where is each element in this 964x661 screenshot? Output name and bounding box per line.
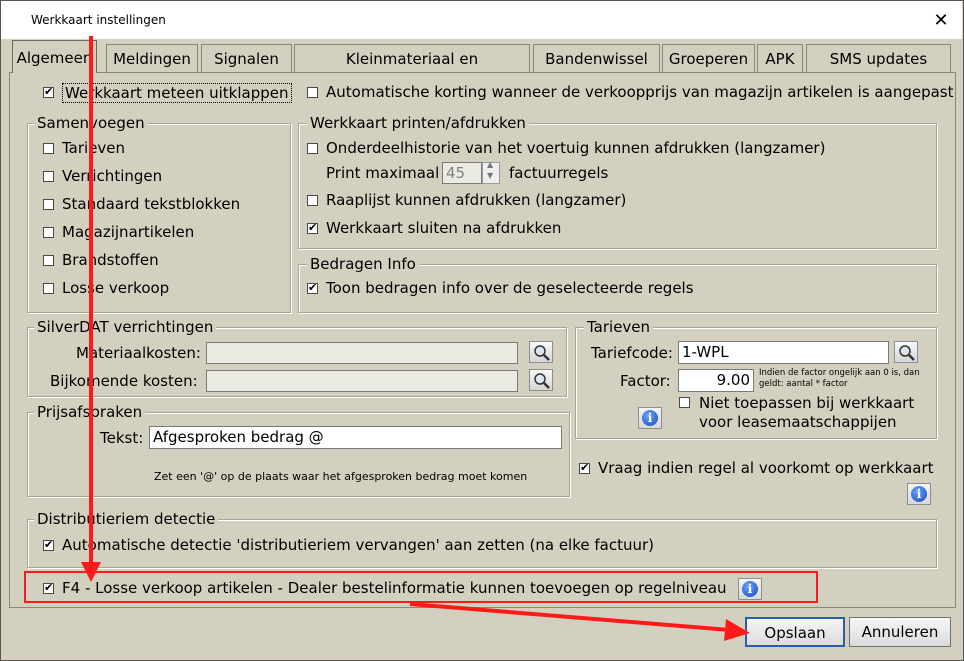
merge-losse-verkoop-label: Losse verkoop: [62, 279, 170, 297]
spinner-up-icon[interactable]: ▲: [487, 160, 493, 169]
extra-cost-input[interactable]: [206, 370, 518, 392]
close-icon[interactable]: ✕: [929, 9, 953, 33]
bedragen-legend: Bedragen Info: [307, 255, 419, 273]
merge-losse-verkoop-checkbox[interactable]: [43, 283, 54, 294]
tab-apk[interactable]: APK: [757, 44, 803, 72]
print-max-suffix: factuurregels: [509, 164, 609, 182]
price-text-label: Tekst:: [100, 429, 144, 447]
tarieven-info-button[interactable]: i: [638, 407, 662, 429]
merge-magazijn-checkbox[interactable]: [43, 227, 54, 238]
merge-tekstblokken-checkbox[interactable]: [43, 199, 54, 210]
distributieriem-legend: Distributieriem detectie: [34, 510, 219, 528]
material-lookup-button[interactable]: [529, 341, 553, 363]
history-checkbox[interactable]: [307, 143, 318, 154]
print-max-spinner[interactable]: ▲ ▼: [482, 160, 500, 184]
tab-groeperen[interactable]: Groeperen: [662, 44, 755, 72]
merge-tekstblokken-label: Standaard tekstblokken: [62, 195, 241, 213]
samenvoegen-legend: Samenvoegen: [34, 114, 148, 132]
exclude-lease-label-2: voor leasemaatschappijen: [699, 413, 897, 431]
timing-belt-checkbox[interactable]: [43, 538, 54, 552]
tariff-code-label: Tariefcode:: [591, 344, 673, 362]
prijsafspraken-legend: Prijsafspraken: [34, 403, 146, 421]
price-text-hint: Zet een '@' op de plaats waar het afgesp…: [154, 470, 528, 483]
print-max-input[interactable]: 45: [442, 162, 482, 184]
merge-brandstoffen-checkbox[interactable]: [43, 255, 54, 266]
merge-verrichtingen-checkbox[interactable]: [43, 171, 54, 182]
info-icon: i: [642, 410, 658, 426]
show-amounts-checkbox[interactable]: [307, 281, 318, 295]
auto-discount-label: Automatische korting wanneer de verkoopp…: [326, 83, 954, 101]
tab-algemeen[interactable]: Algemeen: [12, 40, 97, 73]
factor-input[interactable]: 9.00: [678, 369, 754, 392]
tab-sms-updates[interactable]: SMS updates: [806, 44, 951, 72]
printen-legend: Werkkaart printen/afdrukken: [307, 114, 529, 132]
magnifier-icon: [899, 345, 915, 361]
merge-magazijn-label: Magazijnartikelen: [62, 223, 195, 241]
merge-brandstoffen-label: Brandstoffen: [62, 251, 159, 269]
auto-discount-checkbox[interactable]: [307, 87, 318, 98]
info-icon: i: [911, 486, 927, 502]
annotation-highlight-box: [24, 571, 818, 603]
ask-duplicate-label: Vraag indien regel al voorkomt op werkka…: [598, 459, 934, 477]
ask-duplicate-checkbox[interactable]: [579, 461, 590, 475]
extra-lookup-button[interactable]: [529, 369, 553, 391]
factor-note: Indien de factor ongelijk aan 0 is, dan …: [759, 368, 920, 389]
silverdat-legend: SilverDAT verrichtingen: [34, 318, 217, 336]
close-after-print-checkbox[interactable]: [307, 221, 318, 235]
merge-tarieven-label: Tarieven: [62, 139, 126, 157]
expand-checkbox[interactable]: [43, 85, 54, 99]
spinner-down-icon[interactable]: ▼: [487, 171, 493, 180]
magnifier-icon: [534, 345, 550, 361]
show-amounts-label: Toon bedragen info over de geselecteerde…: [326, 279, 694, 297]
close-after-print-label: Werkkaart sluiten na afdrukken: [326, 219, 562, 237]
tariff-code-input[interactable]: 1-WPL: [678, 341, 889, 364]
extra-cost-label: Bijkomende kosten:: [50, 372, 198, 390]
tab-meldingen[interactable]: Meldingen: [106, 44, 198, 72]
history-label: Onderdeelhistorie van het voertuig kunne…: [326, 139, 826, 157]
print-max-prefix: Print maximaal: [326, 164, 440, 182]
merge-tarieven-checkbox[interactable]: [43, 143, 54, 154]
material-cost-label: Materiaalkosten:: [76, 344, 201, 362]
tab-kleinmateriaal[interactable]: Kleinmateriaal en milieuheffing: [294, 44, 530, 96]
factor-label: Factor:: [620, 372, 671, 390]
expand-label: Werkkaart meteen uitklappen: [62, 83, 292, 103]
tab-bandenwissel[interactable]: Bandenwissel: [533, 44, 660, 72]
raaplijst-checkbox[interactable]: [307, 195, 318, 206]
magnifier-icon: [534, 373, 550, 389]
tab-signalen[interactable]: Signalen: [201, 44, 292, 72]
merge-verrichtingen-label: Verrichtingen: [62, 167, 163, 185]
window-title: Werkkaart instellingen: [31, 13, 166, 27]
cancel-button[interactable]: Annuleren: [849, 617, 951, 647]
timing-belt-label: Automatische detectie 'distributieriem v…: [62, 536, 655, 554]
exclude-lease-checkbox[interactable]: [679, 397, 690, 408]
exclude-lease-label-1: Niet toepassen bij werkkaart: [699, 394, 915, 412]
title-bar: Werkkaart instellingen ✕: [1, 1, 962, 39]
ask-duplicate-info-button[interactable]: i: [907, 483, 931, 505]
tarieven-legend: Tarieven: [584, 318, 654, 336]
price-text-input[interactable]: Afgesproken bedrag @: [149, 426, 562, 449]
save-button[interactable]: Opslaan: [745, 617, 845, 647]
material-cost-input[interactable]: [206, 342, 518, 364]
raaplijst-label: Raaplijst kunnen afdrukken (langzamer): [326, 191, 627, 209]
prijsafspraken-group: [27, 412, 570, 497]
tariff-lookup-button[interactable]: [894, 341, 918, 363]
